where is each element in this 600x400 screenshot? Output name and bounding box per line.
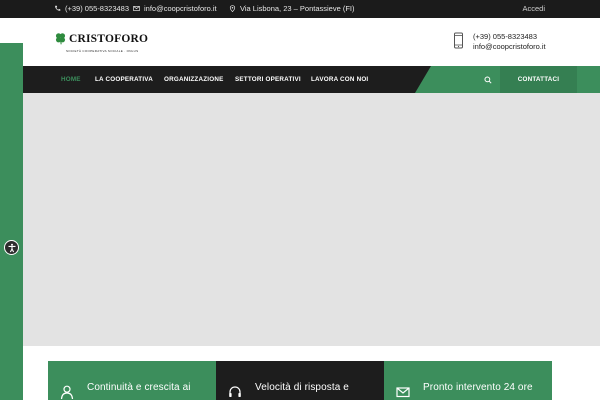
contact-button[interactable]: CONTATTACI <box>500 66 577 93</box>
nav-item-settori-operativi[interactable]: SETTORI OPERATIVI <box>235 76 301 83</box>
site-header: CRISTOFORO SOCIETÀ COOPERATIVA SOCIALE ·… <box>23 18 600 66</box>
topbar-address: Via Lisbona, 23 – Pontassieve (FI) <box>229 4 355 13</box>
smartphone-icon <box>454 32 463 49</box>
user-icon <box>60 385 74 399</box>
phone-icon <box>55 5 61 11</box>
topbar-email[interactable]: info@coopcristoforo.it <box>133 4 217 13</box>
feature-text: Continuità e crescita ai <box>87 382 191 393</box>
mail-icon <box>396 387 410 398</box>
topbar-email-text: info@coopcristoforo.it <box>144 4 217 13</box>
nav-search-button[interactable] <box>476 66 500 93</box>
site-logo[interactable]: CRISTOFORO SOCIETÀ COOPERATIVA SOCIALE ·… <box>54 32 149 53</box>
left-accent-bar <box>0 43 23 400</box>
nav-item-organizzazione[interactable]: ORGANIZZAZIONE <box>164 76 223 83</box>
feature-box-pronto-intervento: Pronto intervento 24 ore <box>384 361 552 400</box>
login-link[interactable]: Accedi <box>522 4 545 13</box>
nav-item-lavora-con-noi[interactable]: LAVORA CON NOI <box>311 76 368 83</box>
topbar-phone-text: (+39) 055-8323483 <box>65 4 130 13</box>
accessibility-icon <box>8 243 15 252</box>
feature-box-velocita: Velocità di risposta e <box>216 361 384 400</box>
topbar-phone[interactable]: (+39) 055-8323483 <box>54 4 129 13</box>
topbar-address-text: Via Lisbona, 23 – Pontassieve (FI) <box>240 4 355 13</box>
nav-item-home[interactable]: HOME <box>61 76 81 83</box>
envelope-icon <box>133 6 140 11</box>
logo-name: CRISTOFORO <box>69 32 149 45</box>
main-nav: HOME LA COOPERATIVA ORGANIZZAZIONE SETTO… <box>23 66 600 93</box>
search-icon <box>484 75 492 84</box>
logo-tagline: SOCIETÀ COOPERATIVA SOCIALE · ONLUS <box>66 49 139 53</box>
feature-box-continuita: Continuità e crescita ai <box>48 361 216 400</box>
map-pin-icon <box>229 5 236 12</box>
accessibility-button[interactable] <box>4 240 19 255</box>
header-email[interactable]: info@coopcristoforo.it <box>473 42 546 52</box>
header-contact: (+39) 055-8323483 info@coopcristoforo.it <box>453 32 546 52</box>
headset-icon <box>229 386 241 397</box>
feature-text: Pronto intervento 24 ore <box>423 382 533 393</box>
header-phone[interactable]: (+39) 055-8323483 <box>473 32 546 42</box>
feature-text: Velocità di risposta e <box>255 382 349 393</box>
nav-item-la-cooperativa[interactable]: LA COOPERATIVA <box>95 76 153 83</box>
top-bar: (+39) 055-8323483 info@coopcristoforo.it… <box>0 0 600 18</box>
clover-logo-icon <box>55 33 66 45</box>
